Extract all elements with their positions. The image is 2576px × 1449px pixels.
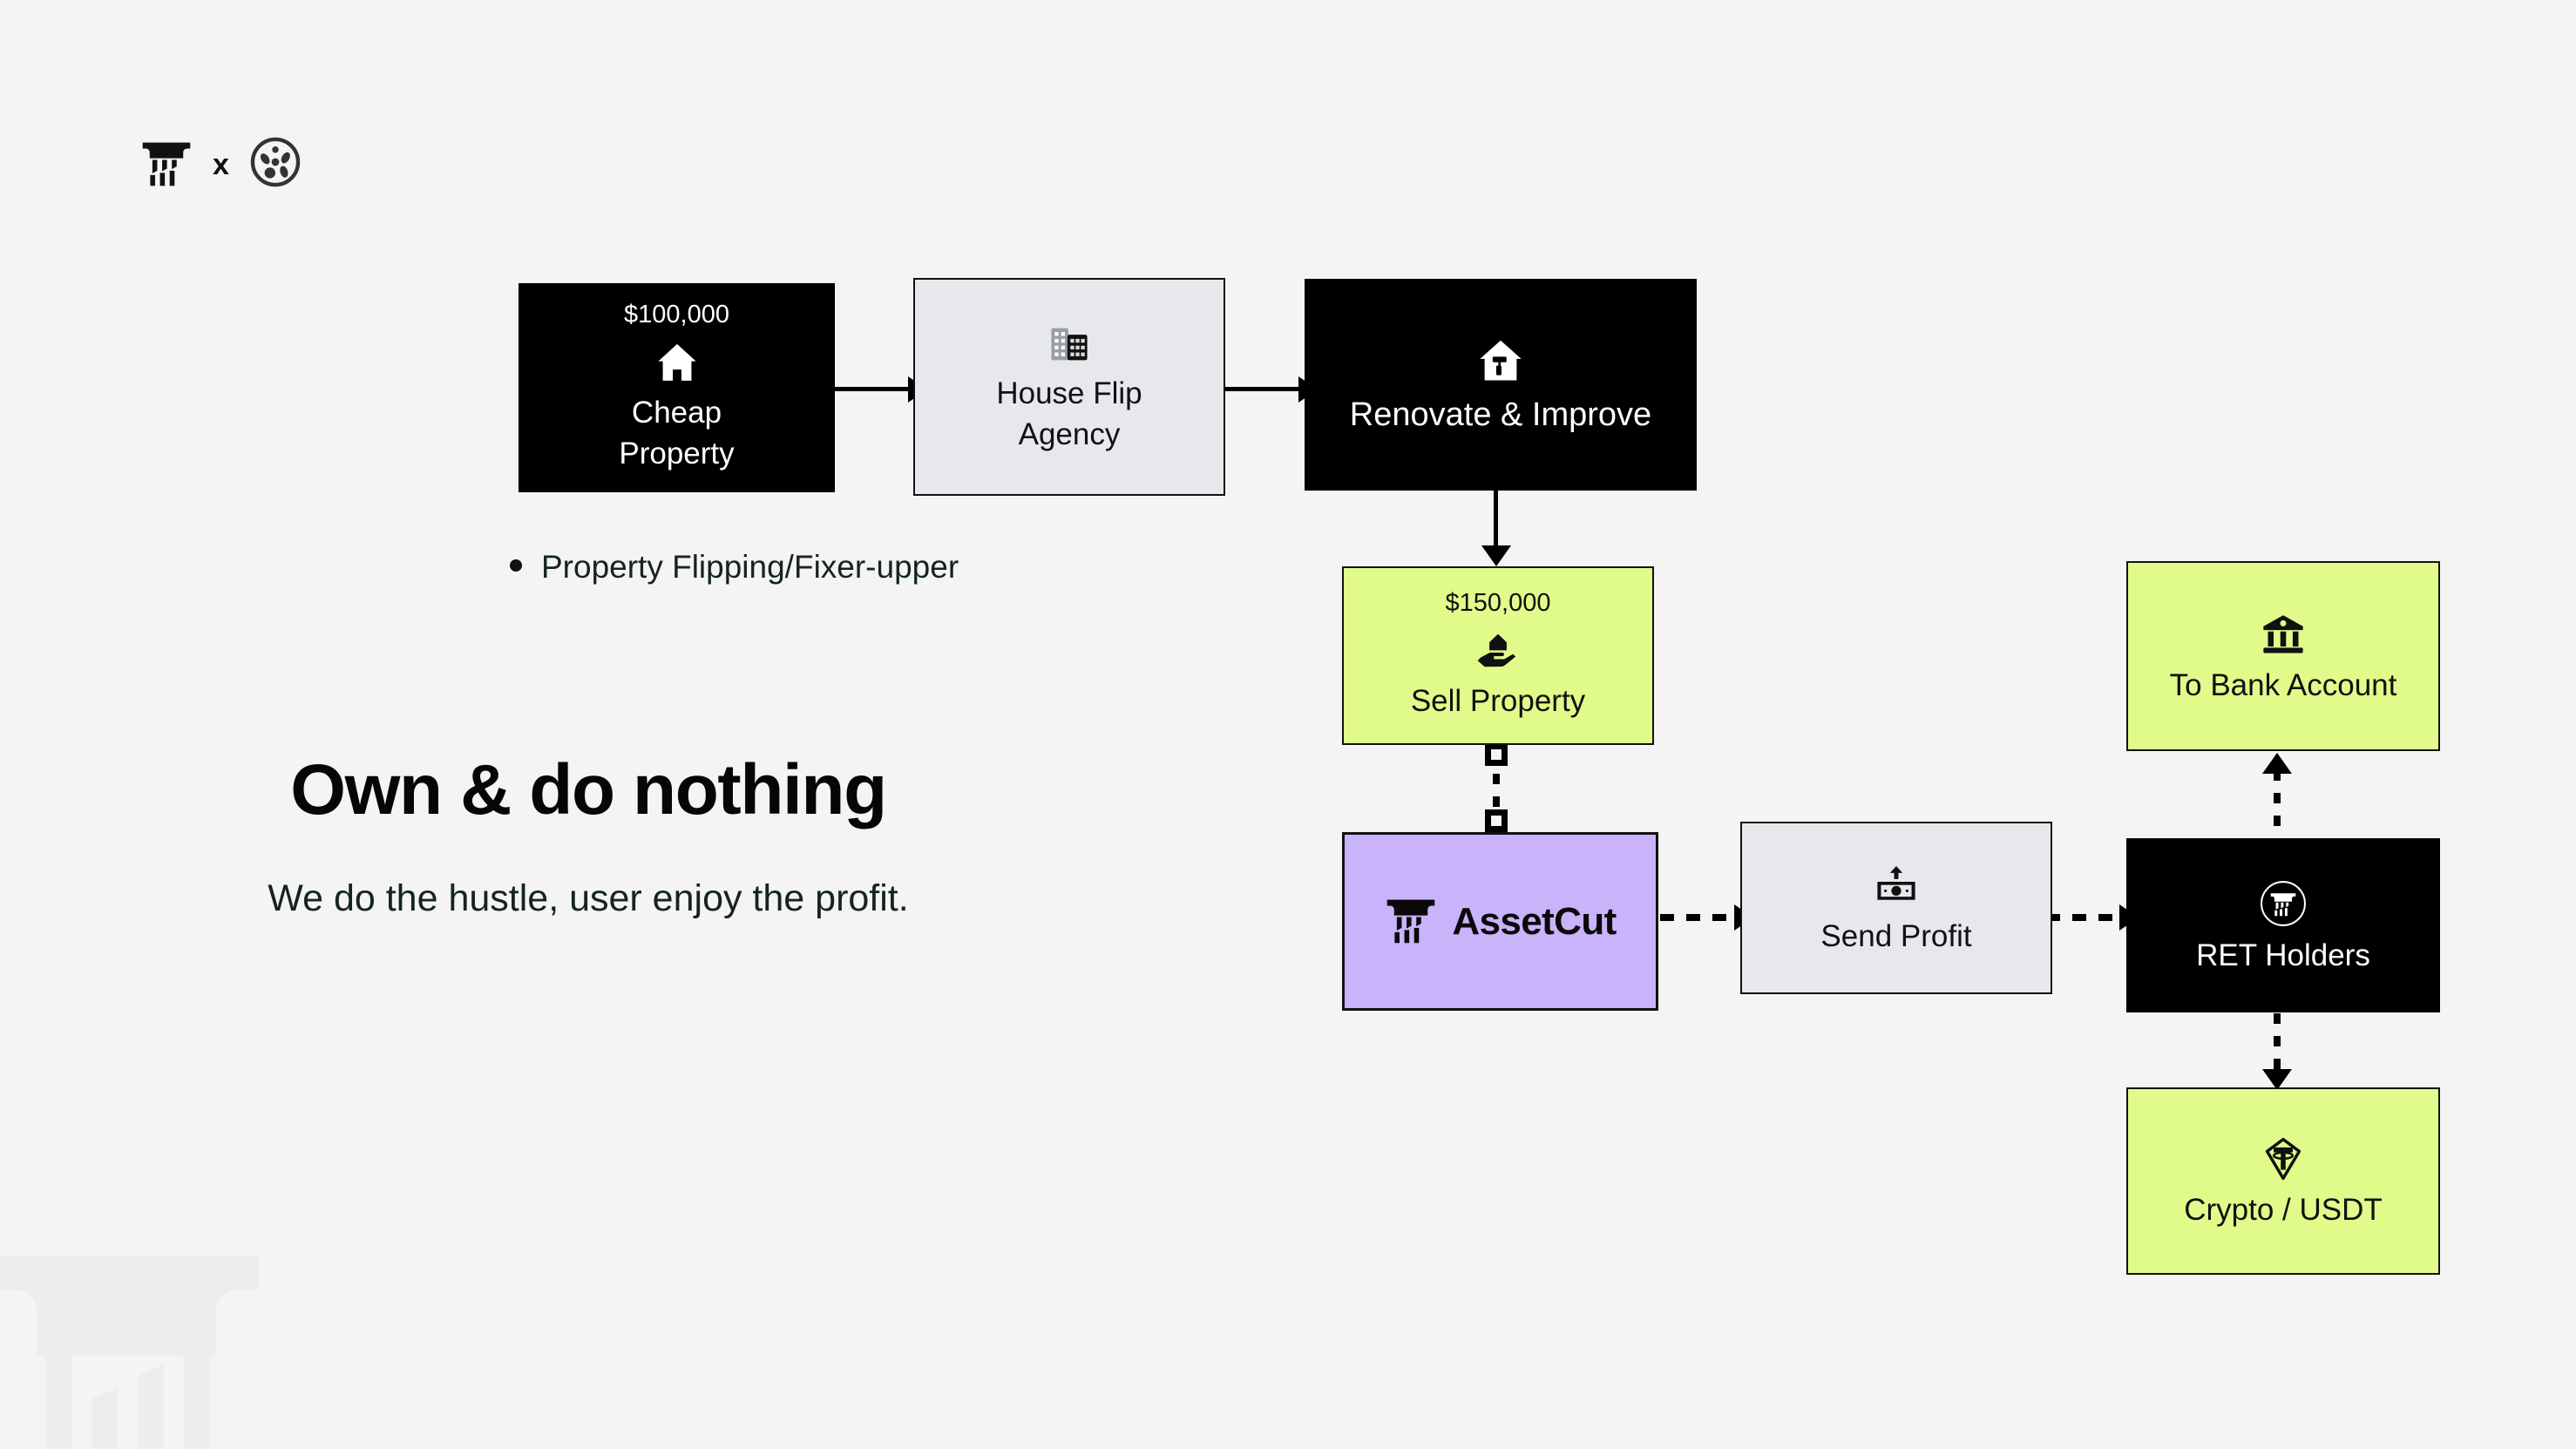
node-house-flip-agency[interactable]: House Flip Agency — [913, 278, 1225, 496]
node-label: RET Holders — [2196, 938, 2370, 972]
slide-canvas: x Property Flipping/Fixer-upper Own & do… — [0, 0, 2576, 1449]
node-label-line2: Property — [619, 436, 735, 471]
node-label: Sell Property — [1410, 683, 1586, 718]
node-to-bank-account[interactable]: To Bank Account — [2126, 561, 2440, 751]
page-title: Own & do nothing — [290, 750, 887, 829]
film-reel-icon — [248, 135, 302, 193]
node-send-profit[interactable]: Send Profit — [1740, 822, 2052, 994]
node-label: To Bank Account — [2169, 667, 2397, 702]
node-label-line1: Cheap — [631, 395, 722, 430]
node-cheap-property[interactable]: $100,000 Cheap Property — [519, 283, 835, 492]
money-send-icon — [1873, 863, 1920, 910]
page-subtitle: We do the hustle, user enjoy the profit. — [268, 877, 909, 919]
node-label: Renovate & Improve — [1349, 396, 1652, 434]
tether-usdt-icon — [2259, 1134, 2308, 1183]
node-label-line1: House Flip — [996, 376, 1142, 411]
brand-bar: x — [139, 135, 302, 193]
bullet-item: Property Flipping/Fixer-upper — [510, 545, 963, 591]
brand-separator: x — [213, 147, 229, 181]
house-icon — [654, 339, 701, 386]
node-renovate-improve[interactable]: Renovate & Improve — [1305, 279, 1697, 491]
node-crypto-usdt[interactable]: Crypto / USDT — [2126, 1087, 2440, 1275]
node-label-line2: Agency — [1018, 417, 1121, 451]
circled-pillar-icon — [2258, 878, 2308, 929]
hand-holding-house-icon — [1474, 627, 1522, 674]
node-sell-property[interactable]: $150,000 Sell Property — [1342, 566, 1654, 745]
node-ret-holders[interactable]: RET Holders — [2126, 838, 2440, 1012]
watermark-pillar-icon — [0, 1192, 270, 1449]
bullet-label: Property Flipping/Fixer-upper — [541, 549, 959, 585]
bank-icon — [2259, 610, 2308, 659]
assetcut-wordmark: AssetCut — [1452, 899, 1617, 943]
bullet-dot-icon — [510, 559, 522, 572]
node-label: Send Profit — [1820, 918, 1972, 953]
office-buildings-icon — [1047, 322, 1092, 367]
assetcut-pillar-icon — [139, 135, 193, 193]
node-label: Crypto / USDT — [2184, 1193, 2383, 1228]
node-amount: $100,000 — [624, 301, 729, 329]
node-assetcut[interactable]: AssetCut — [1342, 832, 1658, 1011]
node-amount: $150,000 — [1445, 589, 1551, 618]
house-paint-roller-icon — [1475, 335, 1526, 386]
assetcut-pillar-icon — [1384, 892, 1438, 951]
